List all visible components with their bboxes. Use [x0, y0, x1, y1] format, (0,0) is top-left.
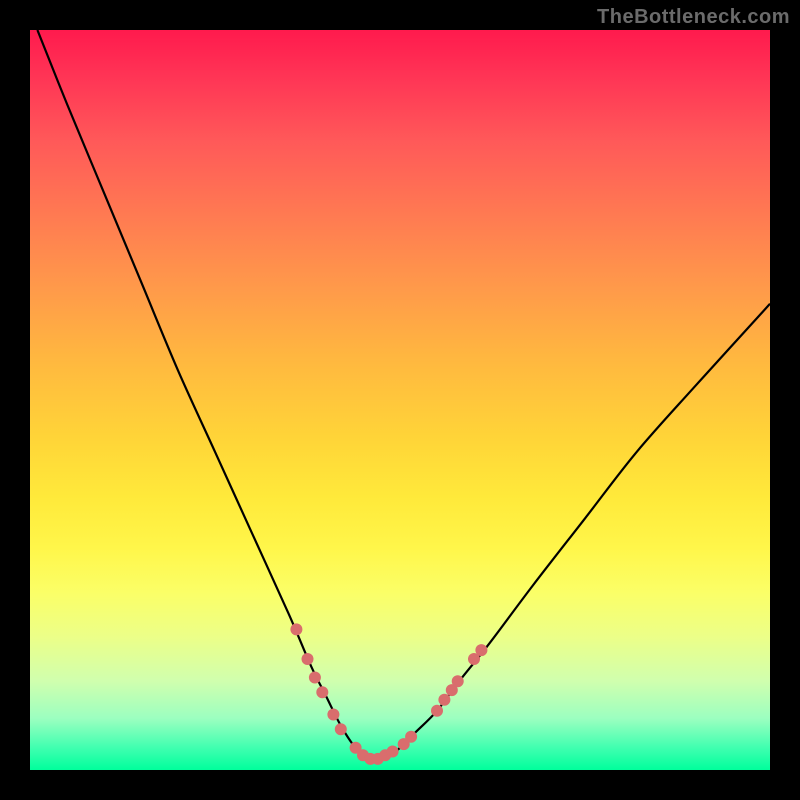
highlight-dot [290, 623, 302, 635]
highlight-dot [316, 686, 328, 698]
highlight-dot [438, 694, 450, 706]
highlight-dot [452, 675, 464, 687]
watermark-text: TheBottleneck.com [597, 6, 790, 29]
highlight-dot [309, 672, 321, 684]
bottleneck-curve [37, 30, 770, 760]
plot-area [30, 30, 770, 770]
highlight-dot [387, 746, 399, 758]
highlight-dot [431, 705, 443, 717]
chart-frame: TheBottleneck.com [0, 0, 800, 800]
highlight-dot [302, 653, 314, 665]
highlight-dot [335, 723, 347, 735]
highlight-dot [475, 644, 487, 656]
curve-svg [30, 30, 770, 770]
highlight-dot [327, 709, 339, 721]
highlight-dot [405, 731, 417, 743]
